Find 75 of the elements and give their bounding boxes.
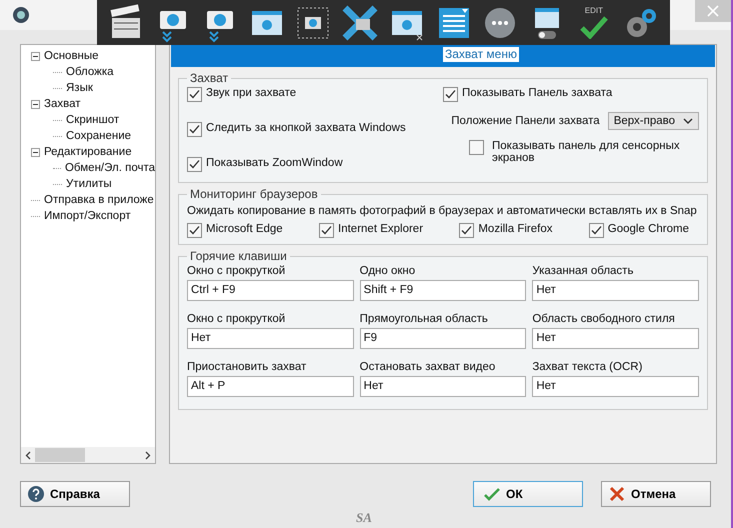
tree-item[interactable]: Импорт/Экспорт [44,210,131,222]
checkbox[interactable]: Показывать ZoomWindow [187,157,443,172]
caret-icon [683,118,693,124]
field-label: Остановать захват видео [360,361,496,373]
field-label: Окно с прокруткой [187,265,286,277]
field-label: Прямоугольная область [360,313,489,325]
help-button[interactable]: Справка [20,481,130,507]
group-title: Захват [189,71,230,85]
hotkey-field[interactable]: F9 [360,328,526,349]
horizontal-scrollbar[interactable] [21,447,155,463]
check-icon [578,15,609,39]
field-label: Окно с прокруткой [187,313,286,325]
check-icon [445,89,456,100]
cross-icon [609,486,625,502]
hotkey-field[interactable]: Ctrl + F9 [187,280,354,301]
hotkey-field[interactable]: Нет [360,376,526,397]
tree-item[interactable]: Утилиты [66,178,112,190]
check-icon [461,225,472,236]
checkbox[interactable]: Microsoft Edge [187,223,283,238]
hotkey-field[interactable]: Нет [187,328,354,349]
checkbox[interactable]: Mozilla Firefox [459,223,552,238]
collapse-toggle[interactable] [31,52,40,60]
ok-button[interactable]: ОК [473,481,583,507]
checkbox[interactable]: Google Chrome [588,223,689,238]
cancel-button[interactable]: Отмена [601,481,711,507]
hotkey-field[interactable]: Нет [532,328,699,349]
tree-item[interactable]: Обложка [66,66,114,78]
checkbox[interactable]: Показывать панель для сенсорных экранов [469,140,699,164]
tree-item[interactable]: Отправка в приложе [44,194,154,206]
logo-text: SA [356,510,372,526]
field-label: Одно окно [360,265,416,277]
check-icon [189,124,200,135]
check-icon [321,225,332,236]
position-dropdown[interactable]: Верх-право [608,112,699,130]
field-label: Приостановить захват [187,361,308,373]
position-label: Положение Панели захвата [451,115,600,127]
collapse-toggle[interactable] [31,100,40,108]
edit-check-button[interactable]: EDIT [574,2,614,42]
chevron-right-icon[interactable] [145,450,151,460]
checkbox[interactable]: Internet Explorer [319,223,424,238]
check-icon [189,89,200,100]
minus-box-icon [31,100,40,108]
tree-item[interactable]: Скриншот [66,114,120,126]
group-title: Горячие клавиши [189,249,288,263]
x-camera-icon[interactable] [340,2,380,42]
hotkey-field[interactable]: Нет [532,280,699,301]
checkbox[interactable]: Следить за кнопкой захвата Windows [187,122,443,137]
tree-item[interactable]: Захват [44,98,80,110]
hotkey-field[interactable]: Alt + P [187,376,354,397]
tree-item[interactable]: Сохранение [66,130,132,142]
collapse-toggle[interactable] [31,148,40,156]
field-label: Указанная область [532,265,634,277]
checkbox[interactable]: Звук при захвате [187,87,443,102]
field-label: Захват текста (OCR) [532,361,644,373]
tree-item[interactable]: Редактирование [44,146,132,158]
checkbox[interactable]: Показывать Панель захвата [443,87,699,102]
group-title: Мониторинг браузеров [189,187,319,201]
chevron-left-icon[interactable] [25,450,31,460]
minus-box-icon [31,52,40,60]
tooltip: Захват меню [443,47,519,62]
tree-item[interactable]: Язык [66,82,93,94]
check-icon [590,225,602,236]
field-label: Область свободного стиля [532,313,676,325]
tree-item[interactable]: Обмен/Эл. почта [64,162,155,174]
app-icon [12,6,30,24]
minus-box-icon [31,148,40,156]
check-icon [189,225,200,236]
description-text: Ожидать копирование в память фотографий в браузерах и автоматически вставлять их в Snap [187,205,698,217]
close-icon [707,5,719,17]
check-icon [189,159,200,170]
hotkey-field[interactable]: Нет [532,376,699,397]
hotkey-field[interactable]: Shift + F9 [360,280,526,301]
check-icon [484,486,500,502]
tree-item[interactable]: Основные [44,50,99,62]
help-icon [28,486,44,502]
